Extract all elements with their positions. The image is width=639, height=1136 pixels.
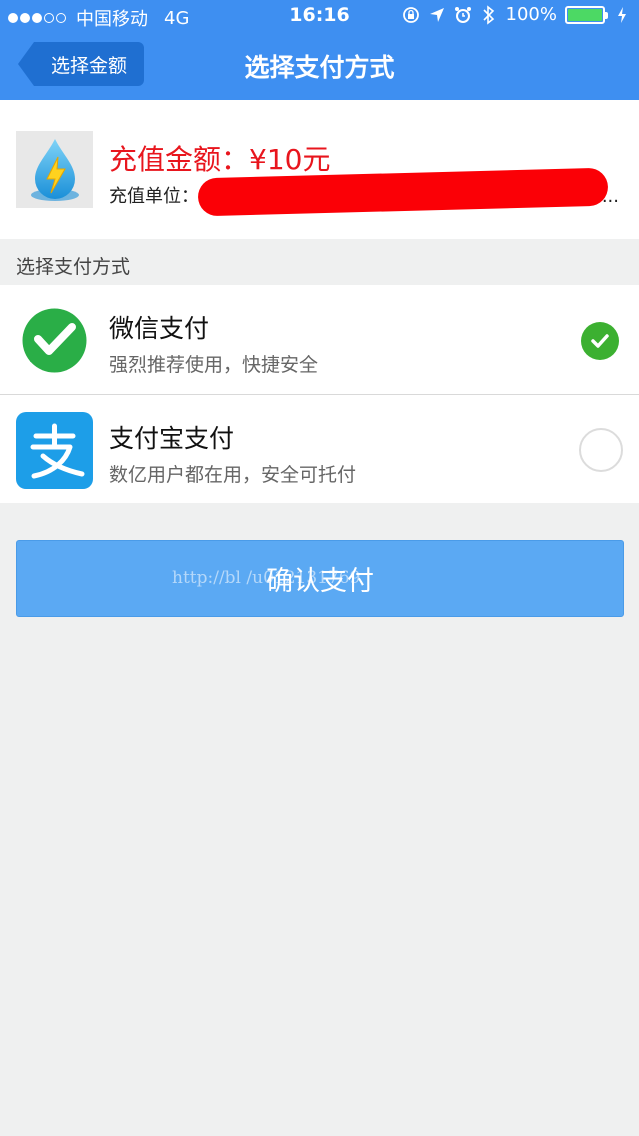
bluetooth-icon (480, 4, 498, 25)
water-drop-lightning-icon (16, 131, 93, 208)
battery-percent: 100% (505, 4, 557, 25)
confirm-payment-label: 确认支付 (266, 566, 374, 597)
section-title: 选择支付方式 (16, 256, 131, 278)
payment-option-description: 强烈推荐使用，快捷安全 (109, 354, 319, 376)
recharge-amount: 充值金额：¥10元 (109, 143, 331, 176)
alarm-icon (454, 6, 472, 24)
status-bar: 中国移动 4G 16:16 100% (0, 0, 639, 34)
charging-icon (613, 6, 631, 24)
page-title: 选择支付方式 (244, 53, 395, 82)
unselected-radio[interactable] (579, 428, 623, 472)
location-arrow-icon (428, 6, 446, 24)
payment-option-alipay[interactable]: 支付宝支付 数亿用户都在用，安全可托付 (0, 395, 639, 504)
selected-check-icon[interactable] (581, 322, 619, 360)
navigation-header: 中国移动 4G 16:16 100% 选择金额 选择支付方式 (0, 0, 639, 100)
payment-option-wechat[interactable]: 微信支付 强烈推荐使用，快捷安全 (0, 285, 639, 395)
recharge-unit-label: 充值单位： (109, 186, 199, 207)
payment-option-description: 数亿用户都在用，安全可托付 (109, 464, 357, 486)
payment-method-list: 微信支付 强烈推荐使用，快捷安全 支付宝支付 数亿用户都在用，安全可托付 (0, 285, 639, 503)
payment-option-name: 支付宝支付 (109, 424, 235, 453)
battery-icon (565, 5, 608, 24)
rotation-lock-icon (402, 6, 420, 24)
status-right: 100% (402, 4, 631, 25)
confirm-payment-button[interactable]: 确认支付 (16, 540, 624, 617)
alipay-icon (16, 412, 93, 489)
payment-option-name: 微信支付 (109, 314, 210, 343)
wechat-pay-icon (16, 302, 93, 379)
